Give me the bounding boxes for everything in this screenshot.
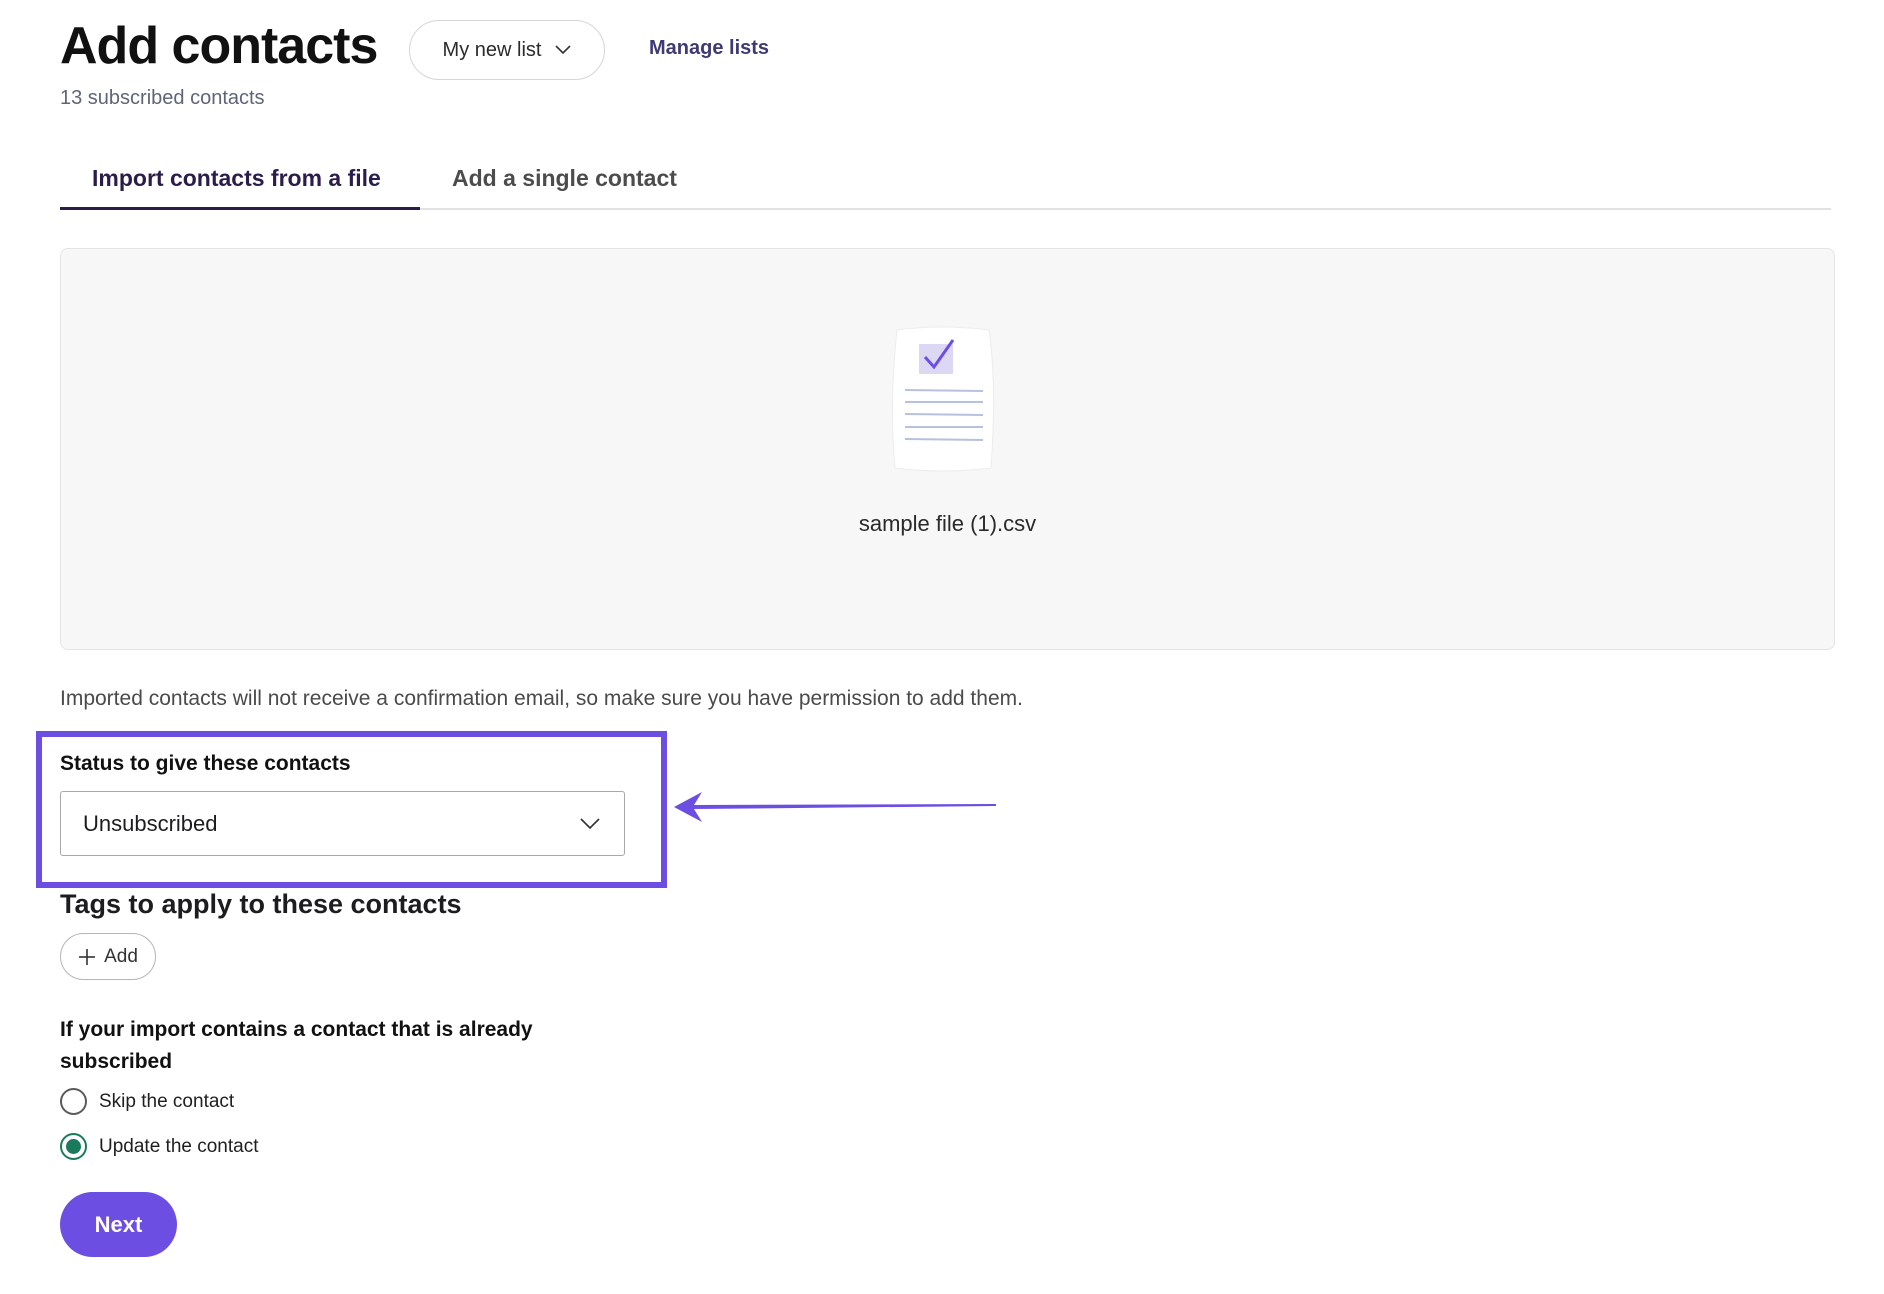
status-label: Status to give these contacts [60, 752, 351, 775]
tab-bar: Import contacts from a file Add a single… [60, 157, 1831, 210]
radio-button[interactable] [60, 1088, 87, 1115]
uploaded-filename: sample file (1).csv [858, 511, 1037, 536]
subscribed-count: 13 subscribed contacts [60, 87, 265, 109]
radio-update-label: Update the contact [99, 1135, 259, 1157]
document-check-icon [891, 326, 995, 472]
tags-label: Tags to apply to these contacts [60, 889, 462, 919]
radio-skip-label: Skip the contact [99, 1090, 235, 1112]
status-value: Unsubscribed [83, 810, 218, 836]
import-notice: Imported contacts will not receive a con… [60, 687, 1023, 710]
status-dropdown[interactable]: Unsubscribed [60, 791, 625, 856]
add-tag-label: Add [104, 945, 138, 967]
add-contacts-page: Add contacts My new list Manage lists 13… [0, 0, 1884, 1294]
next-button[interactable]: Next [60, 1192, 177, 1257]
annotation-arrow-icon [674, 792, 996, 822]
tab-single-contact[interactable]: Add a single contact [452, 165, 677, 202]
radio-button-checked[interactable] [60, 1133, 87, 1160]
tab-import-file[interactable]: Import contacts from a file [92, 165, 381, 202]
plus-icon [79, 948, 96, 965]
chevron-down-icon [580, 817, 600, 829]
page-title: Add contacts [60, 17, 378, 75]
radio-skip-contact[interactable]: Skip the contact [60, 1088, 234, 1115]
active-tab-indicator [60, 207, 420, 210]
manage-lists-link[interactable]: Manage lists [649, 37, 769, 60]
add-tag-button[interactable]: Add [60, 933, 156, 980]
list-selector-dropdown[interactable]: My new list [409, 20, 605, 80]
list-selector-value: My new list [442, 38, 542, 61]
file-drop-zone[interactable]: sample file (1).csv [60, 248, 1835, 650]
radio-update-contact[interactable]: Update the contact [60, 1133, 259, 1160]
chevron-down-icon [555, 45, 572, 55]
duplicate-handling-label: If your import contains a contact that i… [60, 1018, 533, 1073]
